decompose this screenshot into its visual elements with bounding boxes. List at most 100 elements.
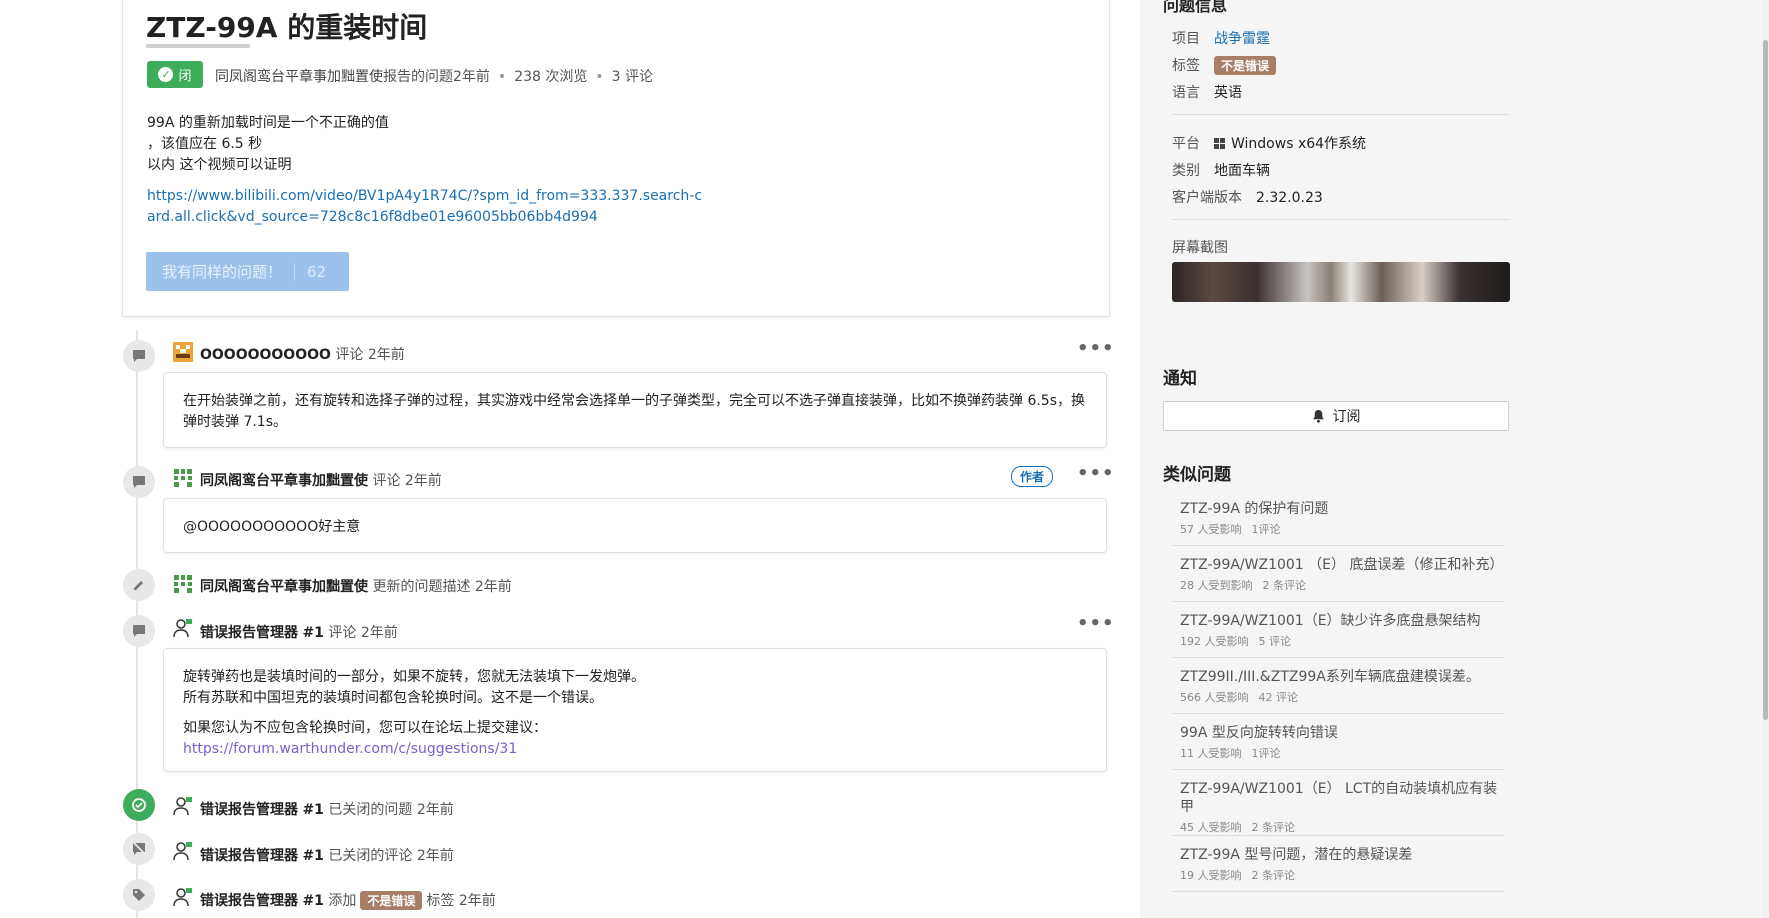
moderator-avatar[interactable] bbox=[173, 841, 193, 861]
affected-count: 57 人受影响 bbox=[1180, 523, 1242, 536]
similar-issue-item[interactable]: ZTZ-99A/WZ1001 （E） 底盘误差（修正和补充） 28 人受到影响 2… bbox=[1172, 556, 1504, 602]
similar-issue-meta: 19 人受影响 2 条评论 bbox=[1180, 867, 1504, 883]
platform-row: 平台 Windows x64作系统 bbox=[1172, 133, 1366, 153]
comment-user[interactable]: OOOOOOOOOOO bbox=[200, 347, 331, 363]
similar-issue-title: ZTZ-99A/WZ1001（E） LCT的自动装填机应有装甲 bbox=[1180, 781, 1498, 815]
tag-row: 标签 不是错误 bbox=[1172, 55, 1280, 75]
tag-icon bbox=[123, 879, 155, 911]
event-user[interactable]: 错误报告管理器 bbox=[200, 848, 298, 864]
affected-count: 192 人受影响 bbox=[1180, 635, 1249, 648]
not-a-bug-tag: 不是错误 bbox=[360, 891, 423, 910]
similar-issue-item[interactable]: ZTZ-99A 型号问题，潜在的悬疑误差 19 人受影响 2 条评论 bbox=[1172, 846, 1504, 892]
language-value: 英语 bbox=[1214, 85, 1242, 101]
title-underline bbox=[146, 44, 250, 48]
platform-value: Windows x64作系统 bbox=[1214, 136, 1366, 152]
similar-issue-title: 99A 型反向旋转转向错误 bbox=[1180, 725, 1338, 741]
scrollbar-thumb[interactable] bbox=[1763, 40, 1768, 720]
page-scrollbar[interactable] bbox=[1762, 0, 1769, 918]
body-line: 以内 这个视频可以证明 bbox=[147, 157, 292, 173]
similar-issue-item[interactable]: ZTZ99II./III.&ZTZ99A系列车辆底盘建模误差。 566 人受影响… bbox=[1172, 668, 1504, 714]
comment-count: 1评论 bbox=[1251, 747, 1281, 760]
event-header: 错误报告管理器 #1 已关闭的评论 2年前 bbox=[200, 845, 454, 865]
event-user[interactable]: 错误报告管理器 bbox=[200, 893, 298, 909]
not-a-bug-tag[interactable]: 不是错误 bbox=[1214, 56, 1277, 75]
screenshot-thumbnail[interactable] bbox=[1172, 262, 1510, 302]
more-options-icon[interactable]: ••• bbox=[1077, 463, 1115, 484]
event-header: 错误报告管理器 #1 添加 不是错误 标签 2年前 bbox=[200, 890, 496, 910]
closed-check-icon bbox=[123, 789, 155, 821]
language-label: 语言 bbox=[1172, 85, 1200, 101]
button-divider bbox=[294, 262, 296, 281]
platform-text: Windows x64作系统 bbox=[1231, 136, 1367, 152]
similar-issue-item[interactable]: ZTZ-99A/WZ1001（E）缺少许多底盘悬架结构 192 人受影响 5 评论 bbox=[1172, 612, 1504, 658]
forum-suggestions-link[interactable]: https://forum.warthunder.com/c/suggestio… bbox=[183, 741, 517, 757]
issue-author-link[interactable]: 同凤阁鸾台平章事加黜置使 bbox=[215, 69, 383, 85]
similar-issue-meta: 566 人受影响 42 评论 bbox=[1180, 689, 1504, 705]
status-label: 闭 bbox=[178, 69, 192, 84]
moderator-avatar[interactable] bbox=[173, 887, 193, 907]
moderator-avatar[interactable] bbox=[173, 618, 193, 638]
similar-issue-title: ZTZ-99A/WZ1001（E）缺少许多底盘悬架结构 bbox=[1180, 613, 1481, 629]
more-options-icon[interactable]: ••• bbox=[1077, 338, 1115, 359]
similar-issue-meta: 45 人受影响 2 条评论 bbox=[1180, 819, 1504, 835]
body-line: 99A 的重新加载时间是一个不正确的值 bbox=[147, 115, 389, 131]
comment-count: 3 评论 bbox=[611, 69, 653, 85]
video-link[interactable]: https://www.bilibili.com/video/BV1pA4y1R… bbox=[147, 186, 707, 228]
comment-count: 2 条评论 bbox=[1262, 579, 1307, 592]
divider bbox=[1172, 219, 1509, 220]
comment-icon bbox=[123, 466, 155, 498]
status-badge: ✓ 闭 bbox=[147, 61, 203, 88]
separator-dot: • bbox=[497, 69, 507, 85]
comment-text: @OOOOOOOOOOO好主意 bbox=[183, 519, 361, 535]
similar-issue-meta: 11 人受影响 1评论 bbox=[1180, 745, 1504, 761]
comment-line: 如果您认为不应包含轮换时间，您可以在论坛上提交建议： bbox=[183, 720, 547, 736]
similar-issue-meta: 28 人受到影响 2 条评论 bbox=[1180, 577, 1504, 593]
comment-count: 5 评论 bbox=[1258, 635, 1292, 648]
comments-locked-icon bbox=[123, 833, 155, 865]
more-options-icon[interactable]: ••• bbox=[1077, 613, 1115, 634]
moderator-number: #1 bbox=[302, 893, 324, 909]
user-avatar[interactable] bbox=[173, 342, 193, 362]
similar-issue-item[interactable]: ZTZ-99A/WZ1001（E） LCT的自动装填机应有装甲 45 人受影响 2… bbox=[1172, 780, 1504, 836]
similar-issue-meta: 192 人受影响 5 评论 bbox=[1180, 633, 1504, 649]
comment-count: 2 条评论 bbox=[1251, 869, 1296, 882]
comment-user[interactable]: 同凤阁鸾台平章事加黜置使 bbox=[200, 473, 368, 489]
project-link[interactable]: 战争雷霆 bbox=[1214, 31, 1270, 47]
affected-count: 11 人受影响 bbox=[1180, 747, 1242, 760]
similar-issue-item[interactable]: 99A 型反向旋转转向错误 11 人受影响 1评论 bbox=[1172, 724, 1504, 770]
subscribe-label: 订阅 bbox=[1332, 409, 1361, 425]
affected-count: 19 人受影响 bbox=[1180, 869, 1242, 882]
moderator-avatar[interactable] bbox=[173, 796, 193, 816]
subscribe-button[interactable]: 订阅 bbox=[1163, 401, 1509, 431]
screenshot-label: 屏幕截图 bbox=[1172, 240, 1228, 256]
event-action: 添加 bbox=[328, 893, 357, 909]
event-header: 同凤阁鸾台平章事加黜置使 更新的问题描述 2年前 bbox=[200, 576, 512, 596]
event-action: 更新的问题描述 2年前 bbox=[372, 579, 512, 595]
similar-issue-meta: 57 人受影响 1评论 bbox=[1180, 521, 1504, 537]
same-issue-label: 我有同样的问题！ bbox=[162, 263, 283, 281]
similar-issue-item[interactable]: ZTZ-99A 的保护有问题 57 人受影响 1评论 bbox=[1172, 500, 1504, 546]
comment-icon bbox=[123, 615, 155, 647]
moderator-number: #1 bbox=[302, 848, 324, 864]
body-line: ，该值应在 6.5 秒 bbox=[147, 136, 263, 152]
same-issue-count: 62 bbox=[307, 262, 327, 281]
same-issue-button[interactable]: 我有同样的问题！ 62 bbox=[146, 252, 349, 291]
user-avatar[interactable] bbox=[173, 574, 193, 594]
check-icon: ✓ bbox=[158, 67, 174, 82]
event-user[interactable]: 同凤阁鸾台平章事加黜置使 bbox=[200, 579, 368, 595]
view-count: 238 次浏览 bbox=[514, 69, 588, 85]
comment-count: 2 条评论 bbox=[1251, 821, 1296, 834]
edit-icon bbox=[123, 569, 155, 601]
issue-meta: 同凤阁鸾台平章事加黜置使报告的问题2年前 • 238 次浏览 • 3 评论 bbox=[215, 66, 653, 86]
similar-issue-title: ZTZ-99A 的保护有问题 bbox=[1180, 501, 1329, 517]
comment-body: @OOOOOOOOOOO好主意 bbox=[163, 498, 1107, 553]
comment-count: 42 评论 bbox=[1258, 691, 1299, 704]
event-user[interactable]: 错误报告管理器 bbox=[200, 802, 298, 818]
user-avatar[interactable] bbox=[173, 468, 193, 488]
affected-count: 28 人受到影响 bbox=[1180, 579, 1253, 592]
notify-title: 通知 bbox=[1163, 369, 1197, 389]
issue-info-title: 问题信息 bbox=[1163, 0, 1228, 15]
comment-user[interactable]: 错误报告管理器 bbox=[200, 625, 298, 641]
issue-body: 99A 的重新加载时间是一个不正确的值 ，该值应在 6.5 秒 以内 这个视频可… bbox=[147, 113, 389, 176]
client-label: 客户端版本 bbox=[1172, 190, 1242, 206]
